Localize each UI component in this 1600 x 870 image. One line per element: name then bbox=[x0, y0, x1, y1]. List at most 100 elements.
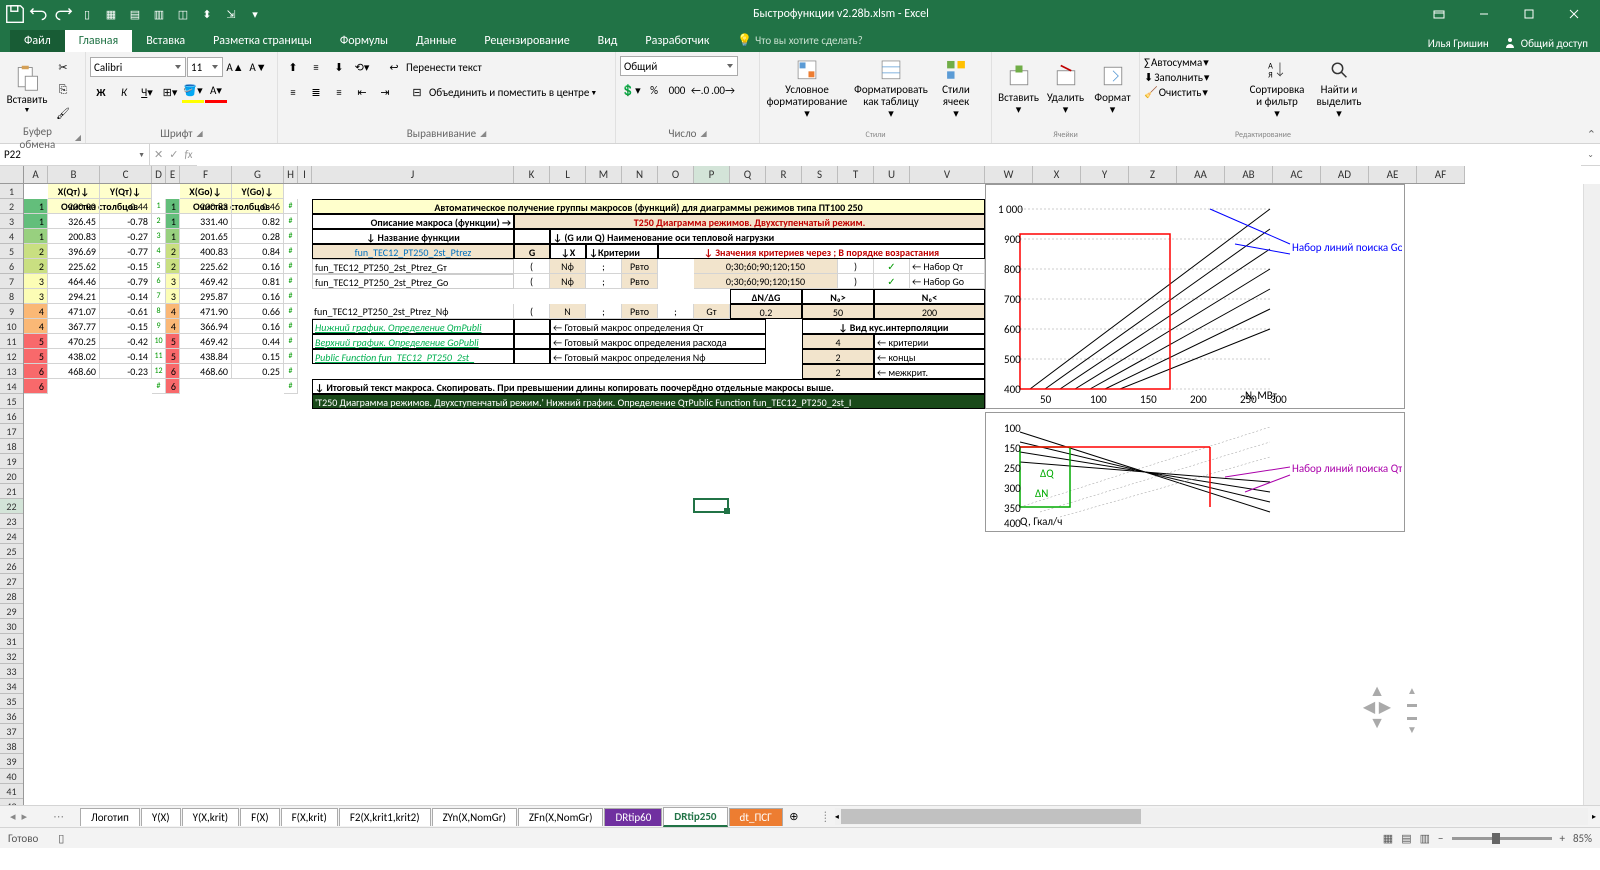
cell[interactable] bbox=[514, 334, 550, 349]
font-name-combo[interactable]: Calibri bbox=[90, 57, 186, 77]
qat-btn[interactable]: ▯ bbox=[76, 3, 98, 25]
col-header[interactable]: G bbox=[232, 166, 284, 183]
collapse-ribbon-icon[interactable]: ⌃ bbox=[1587, 128, 1596, 141]
cell[interactable]: Верхний график. Определение GoPubli bbox=[312, 334, 514, 349]
cell[interactable]: 326.45 bbox=[48, 214, 100, 229]
row-header[interactable]: 25 bbox=[0, 544, 23, 559]
nav-gizmo[interactable]: ▲◀ ▶▼ bbox=[1355, 684, 1399, 728]
row-header[interactable]: 26 bbox=[0, 559, 23, 574]
row-header[interactable]: 20 bbox=[0, 469, 23, 484]
row-header[interactable]: 2 bbox=[0, 199, 23, 214]
col-header[interactable]: N bbox=[622, 166, 658, 183]
col-header[interactable]: B bbox=[48, 166, 100, 183]
conditional-format-button[interactable]: Условное форматирование▾ bbox=[764, 56, 850, 122]
cell[interactable]: 200.00 bbox=[48, 199, 100, 214]
cell[interactable]: Y(Go)↓ bbox=[232, 184, 284, 199]
col-header[interactable]: E bbox=[166, 166, 180, 183]
cell[interactable]: 0;30;60;90;120;150 bbox=[694, 274, 838, 289]
cell[interactable]: # bbox=[284, 274, 298, 289]
cell[interactable]: ) bbox=[838, 274, 874, 289]
cell[interactable]: 6 bbox=[24, 379, 48, 394]
row-header[interactable]: 1 bbox=[0, 184, 23, 199]
cell[interactable]: G bbox=[514, 244, 550, 259]
cell[interactable]: # bbox=[284, 244, 298, 259]
align-center-icon[interactable]: ≣ bbox=[305, 81, 327, 103]
underline-icon[interactable]: Ч▾ bbox=[136, 81, 158, 103]
cell[interactable]: 0.16 bbox=[232, 289, 284, 304]
zoom-level[interactable]: 85% bbox=[1573, 832, 1592, 845]
cell[interactable]: 7 bbox=[152, 289, 166, 304]
cell[interactable]: 5 bbox=[24, 334, 48, 349]
tab-formulas[interactable]: Формулы bbox=[326, 30, 402, 52]
currency-icon[interactable]: 💲▾ bbox=[620, 79, 642, 101]
cell[interactable]: 1 bbox=[166, 229, 180, 244]
insert-cells-button[interactable]: Вставить▾ bbox=[996, 56, 1041, 122]
close-icon[interactable] bbox=[1551, 0, 1596, 28]
cell[interactable]: X(Go)↓ bbox=[180, 184, 232, 199]
col-header[interactable]: AE bbox=[1369, 166, 1417, 183]
shrink-font-icon[interactable]: A▼ bbox=[247, 56, 269, 78]
maximize-icon[interactable] bbox=[1506, 0, 1551, 28]
cell[interactable]: 471.07 bbox=[48, 304, 100, 319]
row-header[interactable]: 31 bbox=[0, 634, 23, 649]
cell[interactable]: 10 bbox=[152, 334, 166, 349]
row-header[interactable]: 28 bbox=[0, 589, 23, 604]
cell[interactable]: 0.16 bbox=[232, 319, 284, 334]
qat-btn[interactable]: ⬍ bbox=[196, 3, 218, 25]
row-header[interactable]: 24 bbox=[0, 529, 23, 544]
cell[interactable]: 438.84 bbox=[180, 349, 232, 364]
cell[interactable]: ← Набор Go bbox=[910, 274, 985, 289]
cell[interactable]: 3 bbox=[166, 274, 180, 289]
zoom-out-icon[interactable]: − bbox=[1438, 832, 1443, 845]
sheet-tab[interactable]: F2(X,krit1,krit2) bbox=[339, 808, 431, 826]
orientation-icon[interactable]: ⟲▾ bbox=[351, 56, 373, 78]
col-header[interactable]: S bbox=[802, 166, 838, 183]
align-left-icon[interactable]: ≡ bbox=[282, 81, 304, 103]
cell[interactable]: ✓ bbox=[874, 274, 910, 289]
macro-icon[interactable]: ▯ bbox=[58, 832, 64, 845]
ribbon-options-icon[interactable] bbox=[1416, 0, 1461, 28]
cell[interactable]: 400.83 bbox=[180, 244, 232, 259]
cell[interactable]: ; bbox=[586, 259, 622, 274]
row-header[interactable]: 38 bbox=[0, 739, 23, 754]
tab-home[interactable]: Главная bbox=[65, 30, 132, 52]
row-header[interactable]: 22 bbox=[0, 499, 23, 514]
font-color-icon[interactable]: A▾ bbox=[205, 81, 227, 103]
cell[interactable] bbox=[514, 349, 550, 364]
row-header[interactable]: 5 bbox=[0, 244, 23, 259]
col-header[interactable]: W bbox=[985, 166, 1033, 183]
cell[interactable]: 1 bbox=[166, 199, 180, 214]
cell[interactable]: 0.66 bbox=[232, 304, 284, 319]
cell[interactable]: fun_TEC12_PT250_2st_Ptrez_Gт bbox=[312, 259, 514, 274]
row-header[interactable]: 8 bbox=[0, 289, 23, 304]
col-header[interactable]: V bbox=[910, 166, 985, 183]
cell[interactable]: 295.87 bbox=[180, 289, 232, 304]
cell[interactable]: ( bbox=[514, 304, 550, 319]
cell[interactable]: 1 bbox=[24, 214, 48, 229]
cell[interactable]: -0.15 bbox=[100, 259, 152, 274]
cell[interactable]: 1 bbox=[152, 199, 166, 214]
col-header[interactable]: P bbox=[694, 166, 730, 183]
cell[interactable]: ← Набор Qт bbox=[910, 259, 985, 274]
expand-formula-icon[interactable]: ⌄ bbox=[1581, 150, 1600, 160]
align-bottom-icon[interactable]: ⬇ bbox=[328, 56, 350, 78]
fx-icon[interactable]: fx bbox=[184, 148, 192, 161]
chart-bottom[interactable]: ΔQΔNНабор линий поиска Qт100150250300350… bbox=[985, 412, 1405, 532]
zoom-slider[interactable] bbox=[1452, 837, 1552, 840]
merge-button[interactable]: Объединить и поместить в центре bbox=[429, 86, 589, 99]
row-header[interactable]: 27 bbox=[0, 574, 23, 589]
sheet-tab[interactable]: ZFn(X,NomGr) bbox=[518, 808, 604, 826]
cell[interactable]: 2 bbox=[24, 244, 48, 259]
number-format-combo[interactable]: Общий bbox=[620, 56, 738, 76]
undo-icon[interactable] bbox=[28, 3, 50, 25]
cell[interactable]: ← Готовый макрос определения Qт bbox=[550, 319, 766, 334]
cell[interactable]: 469.42 bbox=[180, 274, 232, 289]
cell[interactable] bbox=[514, 229, 550, 244]
cell[interactable]: 6 bbox=[152, 274, 166, 289]
cell[interactable]: 0.25 bbox=[232, 364, 284, 379]
cell[interactable]: ( bbox=[514, 259, 550, 274]
sheet-tab-active[interactable]: DRtip250 bbox=[663, 807, 727, 827]
cell[interactable]: # bbox=[284, 334, 298, 349]
sheet-tab[interactable]: F(X) bbox=[240, 808, 279, 826]
cell[interactable]: 2 bbox=[802, 349, 874, 364]
